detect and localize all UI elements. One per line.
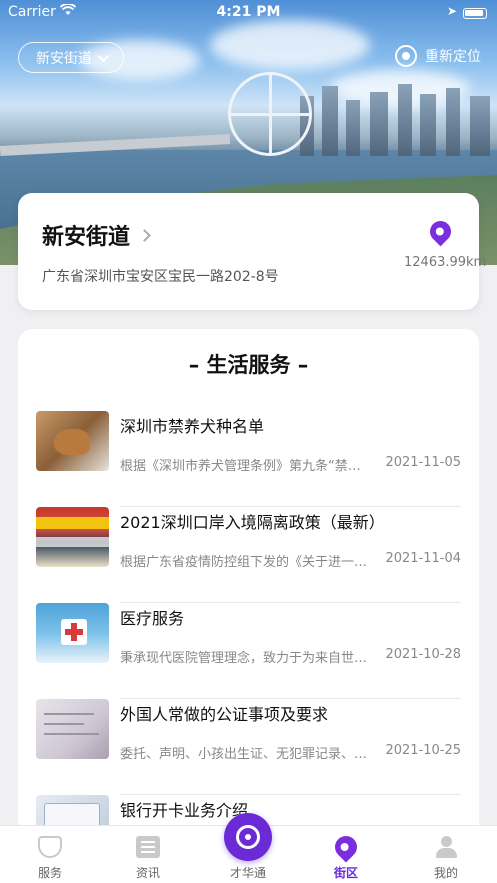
tab-profile[interactable]: 我的	[406, 826, 486, 883]
tab-news[interactable]: 资讯	[108, 826, 188, 883]
news-thumbnail	[36, 507, 109, 567]
news-thumbnail	[36, 411, 109, 471]
news-date: 2021-10-28	[385, 647, 461, 662]
list-item[interactable]: 深圳市禁养犬种名单 根据《深圳市养犬管理条例》第九条“禁止… 2021-11-0…	[36, 411, 461, 507]
news-icon	[136, 836, 160, 858]
location-pin-icon	[330, 831, 362, 863]
status-time: 4:21 PM	[216, 4, 281, 20]
list-item[interactable]: 2021深圳口岸入境隔离政策（最新） 根据广东省疫情防控组下发的《关于进一步… …	[36, 507, 461, 603]
news-summary: 根据《深圳市养犬管理条例》第九条“禁止…	[120, 459, 370, 474]
locate-target-icon	[395, 45, 417, 67]
location-address: 广东省深圳市宝安区宝民一路202-8号	[42, 269, 279, 285]
list-item[interactable]: 外国人常做的公证事项及要求 委托、声明、小孩出生证、无犯罪记录、婚… 2021-…	[36, 699, 461, 795]
tab-label: 我的	[433, 866, 458, 880]
relocate-label: 重新定位	[425, 49, 481, 65]
location-title-text: 新安街道	[42, 225, 131, 250]
location-card[interactable]: 新安街道 广东省深圳市宝安区宝民一路202-8号 12463.99km	[18, 193, 486, 310]
relocate-button[interactable]: 重新定位	[395, 45, 481, 67]
news-thumbnail	[36, 603, 109, 663]
tab-service[interactable]: 服务	[10, 826, 90, 883]
news-summary: 秉承现代医院管理理念，致力于为来自世界…	[120, 651, 370, 666]
tab-label: 才华通	[229, 866, 266, 880]
location-arrow-icon: ➤	[446, 4, 457, 18]
chevron-down-icon	[97, 50, 110, 62]
battery-icon	[463, 8, 487, 19]
profile-icon	[434, 836, 458, 858]
street-selector-label: 新安街道	[36, 50, 92, 67]
life-services-card: – 生活服务 – 深圳市禁养犬种名单 根据《深圳市养犬管理条例》第九条“禁止… …	[18, 329, 479, 869]
location-title[interactable]: 新安街道	[42, 219, 151, 251]
service-icon	[38, 836, 62, 858]
location-pin-icon[interactable]	[425, 216, 456, 247]
news-date: 2021-11-04	[385, 551, 461, 566]
tab-label: 资讯	[135, 866, 160, 880]
talent-icon	[236, 825, 260, 849]
news-title: 外国人常做的公证事项及要求	[120, 705, 329, 724]
tab-district[interactable]: 街区	[306, 826, 386, 883]
news-title: 医疗服务	[120, 609, 185, 628]
news-title: 深圳市禁养犬种名单	[120, 417, 265, 436]
news-date: 2021-10-25	[385, 743, 461, 758]
news-date: 2021-11-05	[385, 455, 461, 470]
chevron-right-icon	[138, 228, 151, 242]
news-thumbnail	[36, 699, 109, 759]
section-title: – 生活服务 –	[188, 353, 309, 377]
status-bar: Carrier 4:21 PM ➤	[0, 0, 497, 26]
tab-label: 服务	[37, 866, 62, 880]
list-item[interactable]: 医疗服务 秉承现代医院管理理念，致力于为来自世界… 2021-10-28	[36, 603, 461, 699]
news-title: 银行开卡业务介绍	[120, 801, 249, 820]
news-title: 2021深圳口岸入境隔离政策（最新）	[120, 513, 385, 532]
news-summary: 根据广东省疫情防控组下发的《关于进一步…	[120, 555, 370, 570]
location-distance: 12463.99km	[404, 255, 487, 270]
news-summary: 委托、声明、小孩出生证、无犯罪记录、婚…	[120, 747, 370, 762]
street-selector-button[interactable]: 新安街道	[18, 42, 124, 73]
talent-center-button[interactable]	[224, 813, 272, 861]
tab-label: 街区	[333, 866, 358, 880]
